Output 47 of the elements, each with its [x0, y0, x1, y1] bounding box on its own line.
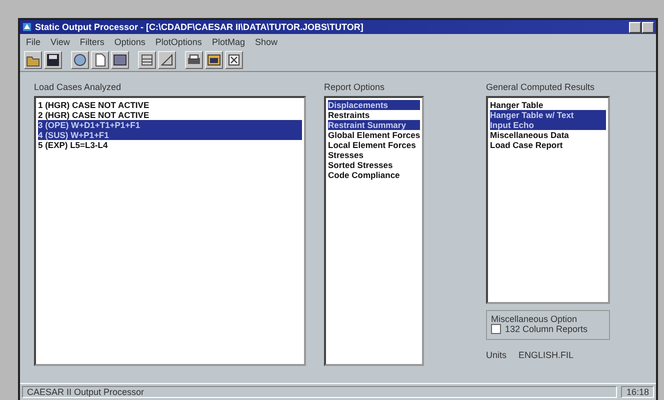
list-item[interactable]: Restraint Summary	[328, 120, 420, 130]
list-item[interactable]: Global Element Forces	[328, 130, 420, 140]
group-label: Load Cases Analyzed	[34, 82, 122, 92]
table-icon[interactable]	[138, 51, 156, 69]
open-folder-icon[interactable]	[24, 51, 42, 69]
units-label: Units	[486, 350, 507, 360]
menu-item[interactable]: File	[26, 36, 41, 46]
group-label: General Computed Results	[486, 82, 596, 92]
app-icon	[22, 22, 32, 32]
list-item[interactable]: 5 (EXP) L5=L3-L4	[38, 140, 302, 150]
list-item[interactable]: Hanger Table	[490, 100, 606, 110]
list-item[interactable]: Stresses	[328, 150, 420, 160]
list-item[interactable]: 2 (HGR) CASE NOT ACTIVE	[38, 110, 302, 120]
window-title: Static Output Processor - [C:\CDADF\CAESAR II\DATA\TUTOR.JOBS\TUTOR]	[35, 22, 364, 32]
list-item[interactable]: Code Compliance	[328, 170, 420, 180]
window-icon[interactable]	[205, 51, 223, 69]
units-value: ENGLISH.FIL	[518, 350, 574, 360]
menu-item[interactable]: Show	[254, 36, 278, 46]
list-item[interactable]: Input Echo	[490, 120, 606, 130]
group-label: Miscellaneous Option	[491, 314, 578, 324]
list-item[interactable]: Load Case Report	[490, 140, 606, 150]
list-item[interactable]: Sorted Stresses	[328, 160, 420, 170]
menu-item[interactable]: PlotMag	[212, 36, 245, 46]
group-label: Report Options	[324, 82, 386, 92]
list-item[interactable]: Local Element Forces	[328, 140, 420, 150]
exit-icon[interactable]	[225, 51, 243, 69]
menu-item[interactable]: Options	[114, 36, 146, 46]
menu-item[interactable]: Filters	[80, 36, 104, 46]
globe-icon[interactable]	[71, 51, 89, 69]
list-item[interactable]: Hanger Table w/ Text	[490, 110, 606, 120]
minimize-button[interactable]	[629, 22, 641, 32]
menu-item[interactable]: View	[50, 36, 70, 46]
status-time: 16:18	[621, 386, 654, 398]
menu-item[interactable]: PlotOptions	[155, 36, 202, 46]
list-item[interactable]: 1 (HGR) CASE NOT ACTIVE	[38, 100, 302, 110]
printer-icon[interactable]	[185, 51, 203, 69]
list-item[interactable]: Restraints	[328, 110, 420, 120]
list-item[interactable]: 3 (OPE) W+D1+T1+P1+F1	[38, 120, 302, 130]
status-text: CAESAR II Output Processor	[22, 386, 618, 398]
document-icon[interactable]	[91, 51, 109, 69]
save-icon[interactable]	[44, 51, 62, 69]
checkbox-label: 132 Column Reports	[505, 324, 588, 334]
close-button[interactable]	[642, 22, 654, 32]
checkbox[interactable]	[491, 324, 501, 334]
list-item[interactable]: 4 (SUS) W+P1+F1	[38, 130, 302, 140]
list-item[interactable]: Displacements	[328, 100, 420, 110]
list-item[interactable]: Miscellaneous Data	[490, 130, 606, 140]
